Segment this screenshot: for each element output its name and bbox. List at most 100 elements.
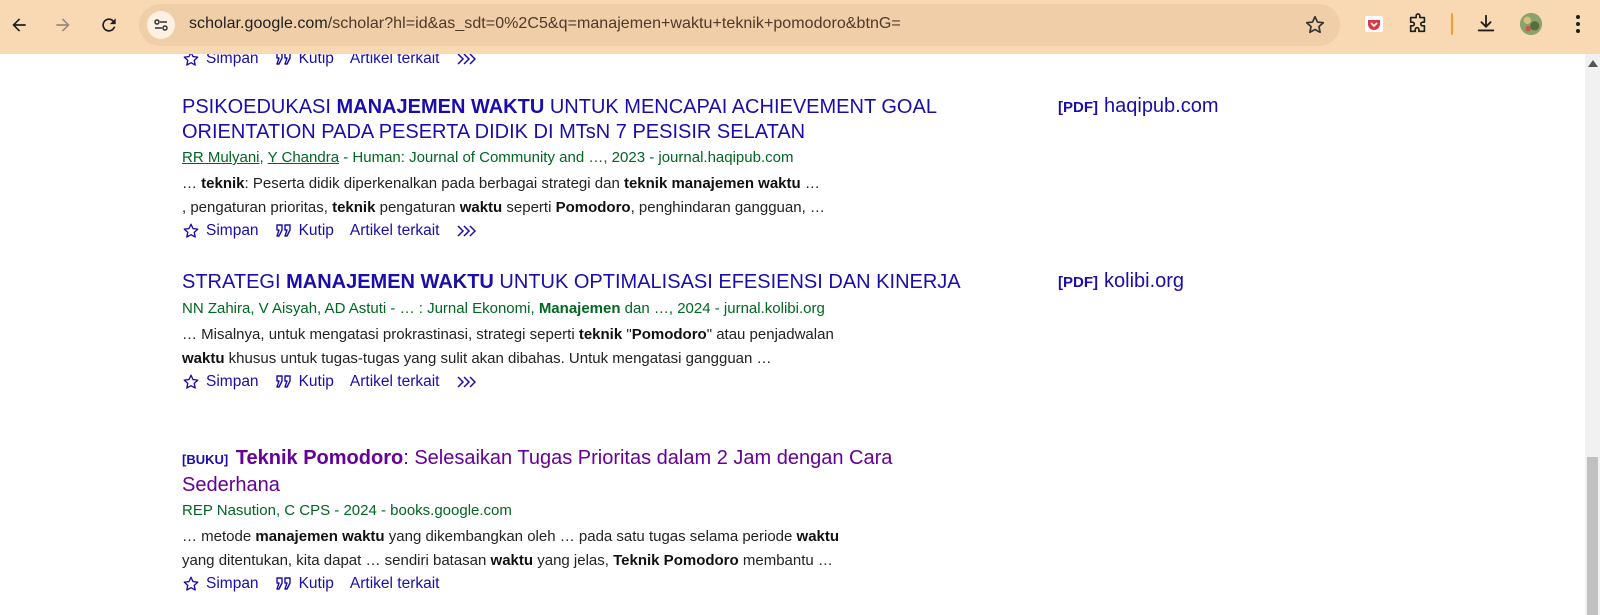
- star-icon: [183, 223, 199, 238]
- authors-text: REP Nasution, C CPS - 2024 - books.googl…: [182, 502, 512, 519]
- page-scrollbar[interactable]: [1585, 54, 1600, 615]
- previous-result-actions: Simpan Kutip Artikel terkait: [182, 54, 982, 70]
- star-icon: [183, 54, 199, 66]
- cite-link[interactable]: Kutip: [275, 575, 334, 593]
- pdf-tag: [PDF]: [1058, 274, 1098, 291]
- bookmark-star-button[interactable]: [1304, 14, 1326, 36]
- author-link[interactable]: RR Mulyani: [182, 149, 260, 166]
- cite-label: Kutip: [298, 222, 334, 239]
- toolbar-separator: [1451, 13, 1453, 35]
- result-actions: Simpan Kutip Artikel terkait: [182, 220, 982, 242]
- author-sep: ,: [259, 149, 268, 166]
- save-link[interactable]: Simpan: [182, 222, 259, 240]
- save-link[interactable]: Simpan: [182, 54, 259, 68]
- back-button[interactable]: [5, 11, 33, 39]
- forward-icon: [56, 18, 70, 32]
- download-button[interactable]: [1474, 12, 1498, 36]
- save-label: Simpan: [206, 575, 259, 592]
- profile-avatar: [1519, 12, 1543, 36]
- pdf-domain: kolibi.org: [1104, 270, 1185, 292]
- reload-button[interactable]: [95, 11, 123, 39]
- authors-text: NN Zahira, V Aisyah, AD Astuti - … : Jur…: [182, 299, 539, 317]
- search-result: PSIKOEDUKASI MANAJEMEN WAKTU UNTUK MENCA…: [182, 95, 982, 242]
- pdf-tag: [PDF]: [1058, 99, 1098, 116]
- snippet-line: yang ditentukan, kita dapat … sendiri ba…: [182, 552, 833, 569]
- related-label: Artikel terkait: [349, 372, 440, 390]
- result-authors: RR Mulyani, Y Chandra - Human: Journal o…: [182, 148, 982, 168]
- scroll-thumb[interactable]: [1587, 457, 1598, 615]
- more-link[interactable]: [456, 54, 482, 66]
- result-title-link[interactable]: STRATEGI MANAJEMEN WAKTU UNTUK OPTIMALIS…: [182, 270, 982, 295]
- search-result: [BUKU] Teknik Pomodoro: Selesaikan Tugas…: [182, 446, 982, 595]
- url-host: scholar.google.com: [189, 15, 328, 32]
- result-authors: REP Nasution, C CPS - 2024 - books.googl…: [182, 501, 982, 521]
- more-link[interactable]: [456, 224, 482, 238]
- result-title-link[interactable]: PSIKOEDUKASI MANAJEMEN WAKTU UNTUK MENCA…: [182, 95, 982, 144]
- extensions-button[interactable]: [1406, 12, 1430, 36]
- save-link[interactable]: Simpan: [182, 575, 259, 593]
- authors-highlight: Manajemen: [538, 299, 621, 317]
- related-articles-link[interactable]: Artikel terkait: [350, 575, 440, 593]
- result-authors: NN Zahira, V Aisyah, AD Astuti - … : Jur…: [182, 299, 982, 319]
- cite-link[interactable]: Kutip: [275, 373, 334, 391]
- related-articles-link[interactable]: Artikel terkait: [350, 222, 440, 240]
- result-snippet: … Misalnya, untuk mengatasi prokrastinas…: [182, 323, 982, 371]
- save-label: Simpan: [206, 54, 259, 67]
- pdf-link[interactable]: [PDF] kolibi.org: [1058, 270, 1184, 293]
- source-text: dan …, 2024 - jurnal.kolibi.org: [620, 299, 825, 317]
- result-snippet: … teknik: Peserta didik diperkenalkan pa…: [182, 172, 982, 220]
- search-result: STRATEGI MANAJEMEN WAKTU UNTUK OPTIMALIS…: [182, 270, 982, 393]
- pdf-domain: haqipub.com: [1104, 95, 1219, 117]
- quote-icon: [275, 577, 291, 590]
- address-bar[interactable]: scholar.google.com/scholar?hl=id&as_sdt=…: [139, 4, 1340, 46]
- menu-kebab-icon: [1576, 15, 1580, 33]
- result-snippet: … metode manajemen waktu yang dikembangk…: [182, 525, 982, 573]
- result-title-link[interactable]: [BUKU] Teknik Pomodoro: Selesaikan Tugas…: [182, 446, 982, 497]
- browser-menu-button[interactable]: [1566, 12, 1590, 36]
- star-icon: [183, 374, 199, 389]
- cite-label: Kutip: [298, 372, 334, 390]
- title-text: STRATEGI: [182, 271, 287, 293]
- star-icon: [183, 576, 199, 591]
- author-link[interactable]: Y Chandra: [268, 149, 339, 166]
- book-tag: [BUKU]: [182, 452, 229, 467]
- scroll-up-arrow-icon[interactable]: [1588, 60, 1598, 67]
- bookmark-star-icon: [1305, 15, 1325, 34]
- extension-pocket-button[interactable]: [1362, 12, 1386, 36]
- url-text[interactable]: scholar.google.com/scholar?hl=id&as_sdt=…: [189, 15, 901, 33]
- title-text: PSIKOEDUKASI: [182, 96, 337, 118]
- reload-icon: [102, 18, 116, 32]
- related-articles-link[interactable]: Artikel terkait: [350, 373, 440, 391]
- extension-pocket-icon: [1365, 16, 1383, 32]
- url-path: /scholar?hl=id&as_sdt=0%2C5&q=manajemen+…: [327, 15, 901, 32]
- title-highlight: MANAJEMEN WAKTU: [286, 271, 494, 293]
- more-link[interactable]: [456, 375, 482, 389]
- title-highlight: MANAJEMEN WAKTU: [336, 96, 545, 118]
- related-label: Artikel terkait: [349, 54, 440, 67]
- forward-button[interactable]: [49, 11, 77, 39]
- double-chevron-icon: [456, 225, 476, 237]
- site-info-button[interactable]: [147, 11, 175, 39]
- double-chevron-icon: [456, 375, 476, 388]
- save-label: Simpan: [206, 222, 259, 239]
- download-icon: [1477, 14, 1495, 32]
- extensions-puzzle-icon: [1409, 13, 1426, 33]
- snippet-line: … Misalnya, untuk mengatasi prokrastinas…: [182, 325, 834, 343]
- save-label: Simpan: [206, 372, 259, 390]
- cite-link[interactable]: Kutip: [275, 222, 334, 240]
- cite-label: Kutip: [298, 575, 334, 592]
- source-text: - Human: Journal of Community and …, 202…: [339, 149, 794, 166]
- cite-label: Kutip: [298, 54, 334, 67]
- snippet-line: , pengaturan prioritas, teknik pengatura…: [182, 199, 825, 216]
- cite-link[interactable]: Kutip: [275, 54, 334, 68]
- save-link[interactable]: Simpan: [182, 373, 259, 391]
- result-actions: Simpan Kutip Artikel terkait: [182, 371, 982, 393]
- snippet-line: … metode manajemen waktu yang dikembangk…: [182, 528, 840, 545]
- related-articles-link[interactable]: Artikel terkait: [350, 54, 440, 68]
- profile-button[interactable]: [1519, 12, 1543, 36]
- scholar-results: Simpan Kutip Artikel terkait PSIKOEDUKAS…: [0, 54, 1600, 615]
- quote-icon: [275, 54, 291, 65]
- related-label: Artikel terkait: [349, 575, 440, 592]
- browser-toolbar: scholar.google.com/scholar?hl=id&as_sdt=…: [0, 0, 1600, 54]
- pdf-link[interactable]: [PDF] haqipub.com: [1058, 95, 1219, 118]
